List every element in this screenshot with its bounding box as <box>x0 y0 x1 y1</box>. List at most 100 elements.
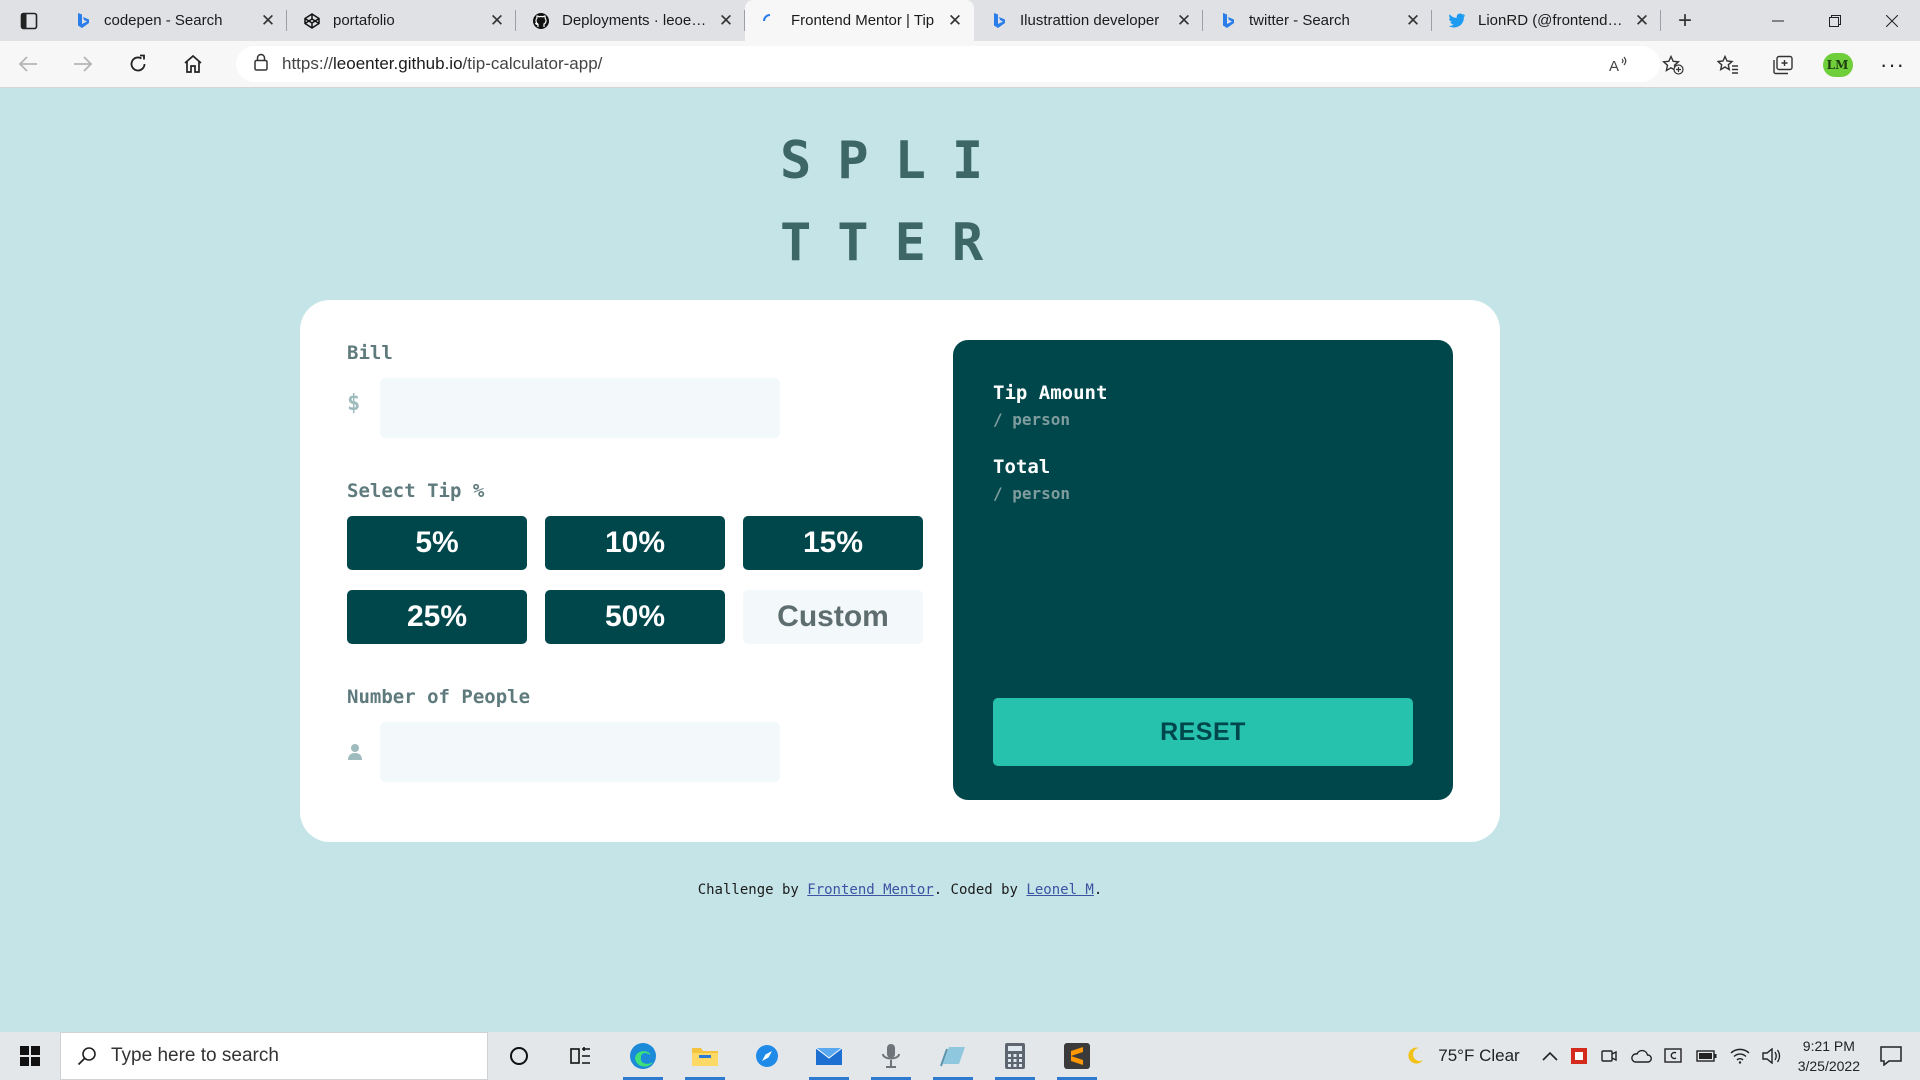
tab-actions-button[interactable] <box>0 0 58 41</box>
battery-icon[interactable] <box>1696 1049 1718 1063</box>
safari-app[interactable] <box>736 1032 798 1080</box>
settings-more-button[interactable]: ··· <box>1865 41 1920 88</box>
author-link[interactable]: Leonel M <box>1026 882 1093 898</box>
window-controls <box>1749 0 1920 41</box>
meet-now-icon[interactable] <box>1600 1047 1618 1065</box>
tab-frontend-mentor[interactable]: Frontend Mentor | Tip ✕ <box>745 0 974 41</box>
back-button[interactable] <box>0 41 55 88</box>
tab-illustration-developer[interactable]: Ilustrattion developer ✕ <box>974 0 1203 41</box>
close-tab-icon[interactable]: ✕ <box>717 11 735 31</box>
edge-taskbar-app[interactable] <box>612 1032 674 1080</box>
select-tip-label: Select Tip % <box>347 480 485 502</box>
clock-date: 3/25/2022 <box>1797 1058 1860 1074</box>
edge-icon <box>630 1043 656 1069</box>
mail-app[interactable] <box>798 1032 860 1080</box>
notes-app[interactable] <box>922 1032 984 1080</box>
calculator-app[interactable] <box>984 1032 1046 1080</box>
tab-actions-icon <box>20 12 38 29</box>
people-input[interactable] <box>380 722 780 782</box>
lock-icon[interactable] <box>254 53 268 76</box>
chevron-up-icon[interactable] <box>1542 1051 1558 1061</box>
loading-icon <box>761 12 779 30</box>
onedrive-icon[interactable] <box>1630 1048 1652 1064</box>
minimize-button[interactable] <box>1749 0 1806 41</box>
microphone-icon <box>882 1044 900 1068</box>
collections-button[interactable] <box>1755 41 1810 88</box>
toolbar-right: A LM ··· <box>1590 41 1920 88</box>
tip-10-button[interactable]: 10% <box>545 516 725 570</box>
sublime-icon <box>1064 1043 1090 1069</box>
close-tab-icon[interactable]: ✕ <box>946 11 964 31</box>
taskbar-search[interactable]: Type here to search <box>60 1032 488 1080</box>
new-tab-button[interactable]: + <box>1661 0 1709 41</box>
file-explorer-app[interactable] <box>674 1032 736 1080</box>
close-tab-icon[interactable]: ✕ <box>1175 11 1193 31</box>
task-view-button[interactable] <box>550 1032 612 1080</box>
tip-50-button[interactable]: 50% <box>545 590 725 644</box>
twitter-icon <box>1448 12 1466 30</box>
read-aloud-button[interactable]: A <box>1590 41 1645 88</box>
tip-5-button[interactable]: 5% <box>347 516 527 570</box>
codepen-icon <box>303 12 321 30</box>
reset-button[interactable]: RESET <box>993 698 1413 766</box>
clock-time: 9:21 PM <box>1802 1038 1855 1054</box>
close-window-button[interactable] <box>1863 0 1920 41</box>
weather-text[interactable]: 75°F Clear <box>1438 1046 1519 1066</box>
home-icon <box>183 54 202 73</box>
tip-25-button[interactable]: 25% <box>347 590 527 644</box>
forward-button[interactable] <box>55 41 110 88</box>
search-icon <box>77 1047 96 1066</box>
clock[interactable]: 9:21 PM 3/25/2022 <box>1798 1036 1860 1076</box>
tab-codepen-search[interactable]: codepen - Search ✕ <box>58 0 287 41</box>
restore-icon <box>1828 14 1841 27</box>
bill-input[interactable] <box>380 378 780 438</box>
search-placeholder: Type here to search <box>111 1045 279 1066</box>
logo-line-1: SPLI <box>780 131 1010 191</box>
add-favorite-button[interactable] <box>1645 41 1700 88</box>
favorites-button[interactable] <box>1700 41 1755 88</box>
address-toolbar: https://leoenter.github.io/tip-calculato… <box>0 41 1920 88</box>
start-button[interactable] <box>0 1032 60 1080</box>
profile-button[interactable]: LM <box>1810 41 1865 88</box>
tab-deployments[interactable]: Deployments · leoenter ✕ <box>516 0 745 41</box>
star-add-icon <box>1661 54 1684 75</box>
refresh-button[interactable] <box>110 41 165 88</box>
sync-icon[interactable] <box>1664 1047 1684 1065</box>
bing-icon <box>1219 12 1237 30</box>
sublime-text-app[interactable] <box>1046 1032 1108 1080</box>
cortana-button[interactable] <box>488 1032 550 1080</box>
podcast-app[interactable] <box>860 1032 922 1080</box>
close-tab-icon[interactable]: ✕ <box>259 11 277 31</box>
home-button[interactable] <box>165 41 220 88</box>
avatar: LM <box>1822 52 1853 77</box>
tip-15-button[interactable]: 15% <box>743 516 923 570</box>
tip-amount-label: Tip Amount <box>993 382 1108 404</box>
compass-icon <box>756 1045 778 1067</box>
cortana-icon <box>510 1047 528 1065</box>
volume-icon[interactable] <box>1762 1048 1782 1064</box>
notes-icon <box>940 1047 965 1067</box>
more-icon: ··· <box>1880 51 1905 77</box>
close-tab-icon[interactable]: ✕ <box>1633 11 1651 31</box>
close-tab-icon[interactable]: ✕ <box>1404 11 1422 31</box>
wifi-icon[interactable] <box>1730 1048 1750 1064</box>
url-text: https://leoenter.github.io/tip-calculato… <box>282 54 602 74</box>
tab-lionrd[interactable]: LionRD (@frontendlion) ✕ <box>1432 0 1661 41</box>
github-icon <box>532 12 550 30</box>
people-label: Number of People <box>347 686 531 708</box>
frontend-mentor-link[interactable]: Frontend Mentor <box>807 882 933 898</box>
tab-twitter-search[interactable]: twitter - Search ✕ <box>1203 0 1432 41</box>
task-view-icon <box>570 1047 590 1064</box>
tab-title: twitter - Search <box>1249 12 1350 29</box>
custom-tip-input[interactable]: Custom <box>743 590 923 644</box>
app-tray-icon[interactable] <box>1570 1047 1588 1065</box>
notifications-icon[interactable] <box>1880 1046 1902 1066</box>
calculator-icon <box>1005 1043 1025 1069</box>
tab-portafolio[interactable]: portafolio ✕ <box>287 0 516 41</box>
attribution-suffix: . <box>1093 882 1103 898</box>
address-bar[interactable]: https://leoenter.github.io/tip-calculato… <box>236 46 1660 82</box>
total-label: Total <box>993 456 1051 478</box>
restore-button[interactable] <box>1806 0 1863 41</box>
close-tab-icon[interactable]: ✕ <box>488 11 506 31</box>
taskbar: Type here to search 75°F Clear 9:21 PM 3… <box>0 1032 1920 1080</box>
